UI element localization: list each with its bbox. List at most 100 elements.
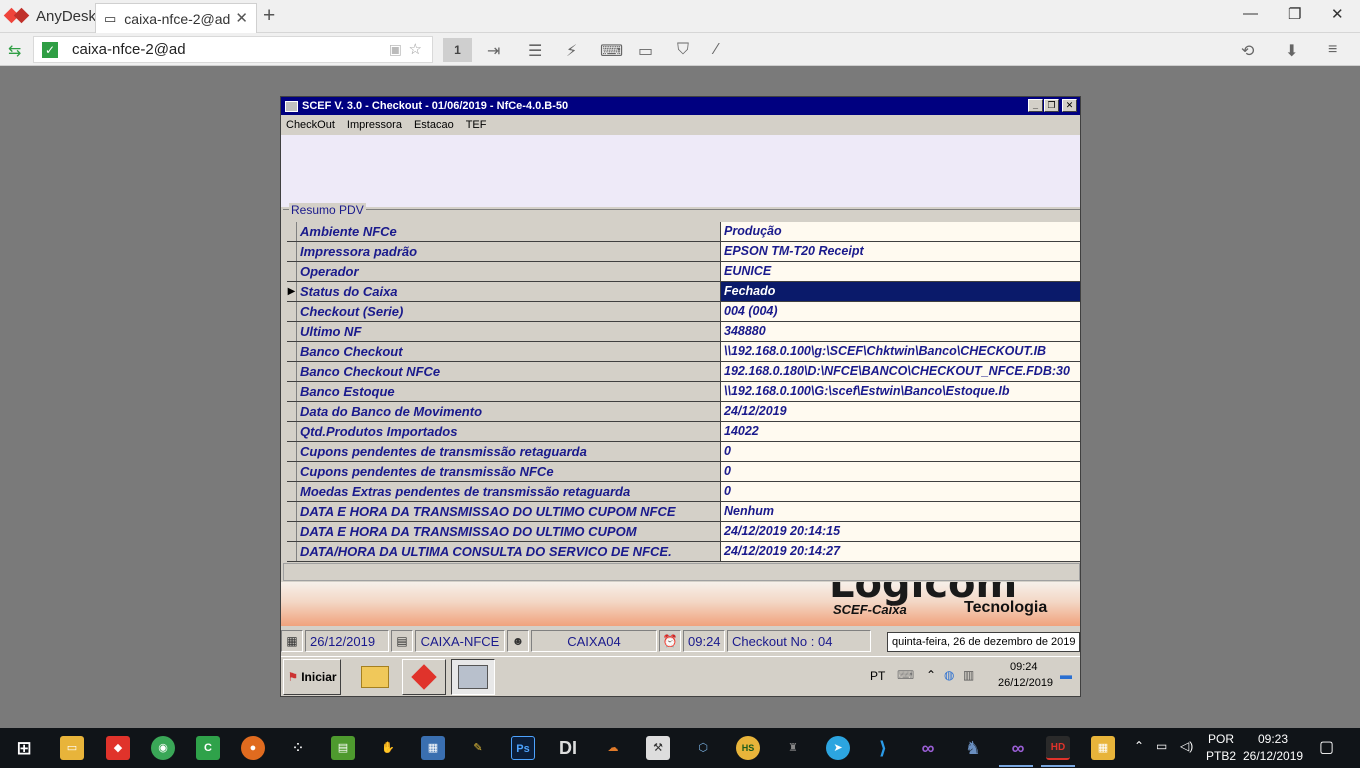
menu-tef[interactable]: TEF xyxy=(466,119,487,131)
row-value[interactable]: 24/12/2019 20:14:15 xyxy=(721,522,1080,541)
keyboard-tray-icon[interactable]: ⌨ xyxy=(897,668,914,682)
grid-row[interactable]: Checkout (Serie) 004 (004) xyxy=(287,302,1080,322)
permissions-icon[interactable]: ⛉ xyxy=(677,41,689,59)
green-dots-app-icon[interactable]: ⁘ xyxy=(286,736,310,760)
show-desktop-icon[interactable]: ▬ xyxy=(1060,668,1072,682)
row-value[interactable]: 24/12/2019 20:14:27 xyxy=(721,542,1080,561)
folder-app-icon[interactable] xyxy=(353,659,397,695)
cash-register-icon[interactable] xyxy=(451,659,495,695)
grid-row[interactable]: DATA E HORA DA TRANSMISSAO DO ULTIMO CUP… xyxy=(287,502,1080,522)
close-tab-icon[interactable]: ✕ xyxy=(235,9,248,27)
row-value[interactable]: EUNICE xyxy=(721,262,1080,281)
green-app-icon[interactable]: C xyxy=(196,736,220,760)
tools-app-icon[interactable]: ⚒ xyxy=(646,736,670,760)
grid-row[interactable]: Banco Estoque \\192.168.0.100\G:\scef\Est… xyxy=(287,382,1080,402)
grid-scroll-strip[interactable] xyxy=(283,563,1080,581)
orange-app-icon[interactable]: ● xyxy=(241,736,265,760)
grid-row[interactable]: Ultimo NF 348880 xyxy=(287,322,1080,342)
close-window-icon[interactable]: ✕ xyxy=(1331,5,1344,23)
scef-restore-icon[interactable]: ❐ xyxy=(1044,99,1059,112)
network-tray-icon[interactable]: ▥ xyxy=(963,668,974,682)
grid-row[interactable]: ▶ Status do Caixa Fechado xyxy=(287,282,1080,302)
favorite-star-icon[interactable]: ☆ xyxy=(409,40,422,58)
connection-status-icon[interactable]: ⇆ xyxy=(8,41,21,61)
file-explorer-icon[interactable]: ▭ xyxy=(60,736,84,760)
row-value[interactable]: \\192.168.0.100\G:\scef\Estwin\Banco\Est… xyxy=(721,382,1080,401)
grid-row[interactable]: DATA/HORA DA ULTIMA CONSULTA DO SERVICO … xyxy=(287,542,1080,562)
hs-app-icon[interactable]: HS xyxy=(736,736,760,760)
row-value[interactable]: 14022 xyxy=(721,422,1080,441)
grid-row[interactable]: Banco Checkout \\192.168.0.100\g:\SCEF\Ch… xyxy=(287,342,1080,362)
grid-row[interactable]: Ambiente NFCe Produção xyxy=(287,222,1080,242)
system-time[interactable]: 09:23 xyxy=(1258,732,1288,746)
network-icon[interactable]: ▭ xyxy=(1156,739,1167,753)
system-date[interactable]: 26/12/2019 xyxy=(1243,749,1303,763)
row-value[interactable]: 192.168.0.180\D:\NFCE\BANCO\CHECKOUT_NFC… xyxy=(721,362,1080,381)
hands-app-icon[interactable]: ✋ xyxy=(376,736,400,760)
menu-estacao[interactable]: Estacao xyxy=(414,119,454,131)
postgres-icon[interactable]: ♞ xyxy=(961,736,985,760)
tray-expand-icon[interactable]: ⌃ xyxy=(926,668,936,682)
scef-titlebar[interactable]: SCEF V. 3.0 - Checkout - 01/06/2019 - Nf… xyxy=(281,97,1080,115)
anydesk-remote-icon[interactable] xyxy=(402,659,446,695)
remote-clock-date[interactable]: 26/12/2019 xyxy=(998,677,1053,689)
restore-icon[interactable]: ❐ xyxy=(1288,5,1301,23)
download-icon[interactable]: ⬇ xyxy=(1285,41,1298,61)
grid-row[interactable]: Cupons pendentes de transmissão NFCe 0 xyxy=(287,462,1080,482)
grid-row[interactable]: Cupons pendentes de transmissão retaguar… xyxy=(287,442,1080,462)
switch-sides-icon[interactable]: ⇥ xyxy=(487,41,500,61)
photoshop-icon[interactable]: Ps xyxy=(511,736,535,760)
database-app-icon[interactable]: ▦ xyxy=(421,736,445,760)
remote-lang[interactable]: PT xyxy=(870,669,885,683)
di-app-icon[interactable]: DI xyxy=(556,736,580,760)
row-value[interactable]: EPSON TM-T20 Receipt xyxy=(721,242,1080,261)
keyboard-icon[interactable]: ⌨ xyxy=(600,41,623,61)
grid-row[interactable]: Data do Banco de Movimento 24/12/2019 xyxy=(287,402,1080,422)
row-value[interactable]: 0 xyxy=(721,442,1080,461)
row-value[interactable]: 348880 xyxy=(721,322,1080,341)
minimize-icon[interactable]: — xyxy=(1243,5,1258,22)
whiteboard-icon[interactable]: ⁄ xyxy=(715,41,718,59)
row-value[interactable]: 0 xyxy=(721,462,1080,481)
session-tab[interactable]: ▭ caixa-nfce-2@ad ✕ xyxy=(95,3,257,33)
new-tab-button[interactable]: + xyxy=(263,4,275,28)
grid-row[interactable]: DATA E HORA DA TRANSMISSAO DO ULTIMO CUP… xyxy=(287,522,1080,542)
hd-app-icon[interactable]: HD xyxy=(1046,736,1070,760)
spreadsheet-app-icon[interactable]: ▤ xyxy=(331,736,355,760)
windows-start-icon[interactable]: ⊞ xyxy=(12,736,36,760)
row-value[interactable]: Produção xyxy=(721,222,1080,241)
row-value[interactable]: 004 (004) xyxy=(721,302,1080,321)
menu-impressora[interactable]: Impressora xyxy=(347,119,402,131)
iniciar-button[interactable]: ⚑ Iniciar xyxy=(283,659,341,695)
menu-checkout[interactable]: CheckOut xyxy=(286,119,335,131)
chrome-icon[interactable]: ◉ xyxy=(151,736,175,760)
row-value[interactable]: Fechado xyxy=(721,282,1080,301)
telegram-icon[interactable]: ➤ xyxy=(826,736,850,760)
scef-minimize-icon[interactable]: _ xyxy=(1028,99,1043,112)
row-value[interactable]: 24/12/2019 xyxy=(721,402,1080,421)
monitor-select-button[interactable]: 1 xyxy=(443,38,472,62)
chat-icon[interactable]: ☰ xyxy=(528,41,542,61)
main-menu-icon[interactable]: ≡ xyxy=(1328,41,1337,59)
anydesk-taskbar-icon[interactable]: ◆ xyxy=(106,736,130,760)
row-value[interactable]: \\192.168.0.100\g:\SCEF\Chktwin\Banco\CH… xyxy=(721,342,1080,361)
cube-app-icon[interactable]: ⬡ xyxy=(691,736,715,760)
lang-bottom[interactable]: PTB2 xyxy=(1206,749,1236,763)
actions-icon[interactable]: ⚡ xyxy=(566,41,577,61)
grid-row[interactable]: Impressora padrão EPSON TM-T20 Receipt xyxy=(287,242,1080,262)
visual-studio-icon[interactable]: ∞ xyxy=(916,736,940,760)
grid-row[interactable]: Banco Checkout NFCe 192.168.0.180\D:\NFCE… xyxy=(287,362,1080,382)
paint-app-icon[interactable]: ✎ xyxy=(466,736,490,760)
display-icon[interactable]: ▭ xyxy=(638,41,653,61)
volume-icon[interactable]: ◁) xyxy=(1180,739,1193,753)
screen-share-icon[interactable]: ▣ xyxy=(389,41,402,58)
address-bar[interactable]: ✓ caixa-nfce-2@ad ▣ ☆ xyxy=(33,36,433,63)
visual-studio-2-icon[interactable]: ∞ xyxy=(1006,736,1030,760)
lang-top[interactable]: POR xyxy=(1208,732,1234,746)
grid-row[interactable]: Operador EUNICE xyxy=(287,262,1080,282)
notifications-icon[interactable]: ▢ xyxy=(1319,737,1334,757)
row-value[interactable]: 0 xyxy=(721,482,1080,501)
history-icon[interactable]: ⟲ xyxy=(1241,41,1254,61)
network-globe-icon[interactable]: ◍ xyxy=(944,668,954,682)
vscode-icon[interactable]: ⟩ xyxy=(871,736,895,760)
